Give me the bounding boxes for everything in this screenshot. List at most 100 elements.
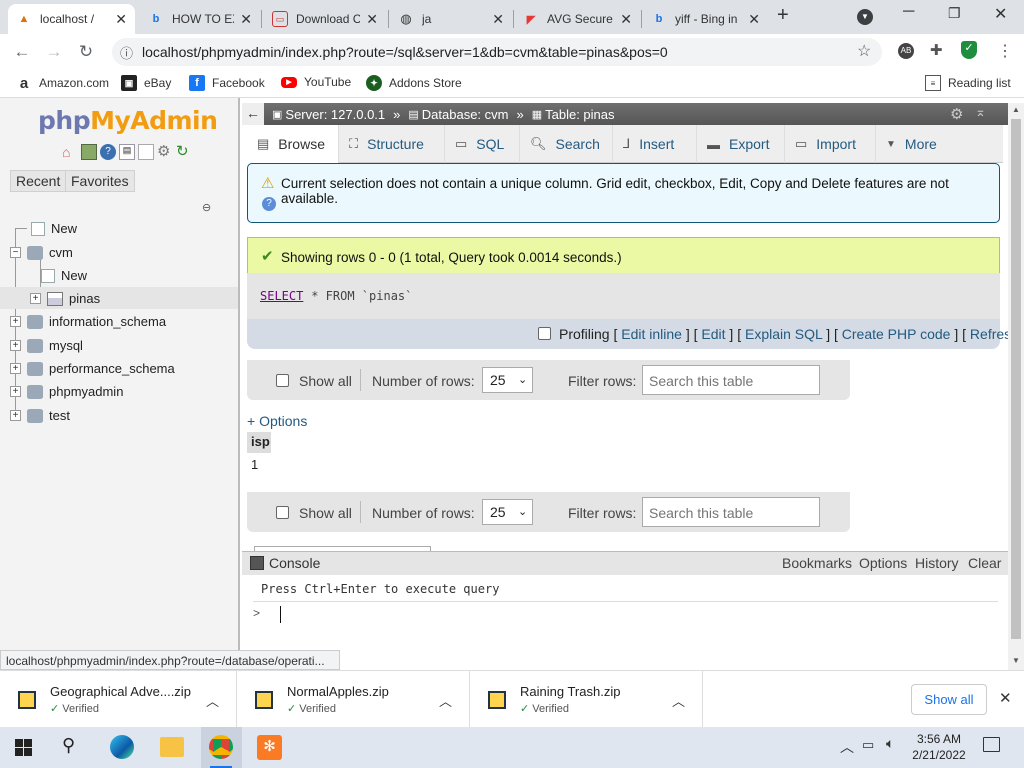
- expand-icon[interactable]: +: [10, 363, 21, 374]
- recent-tables-tab[interactable]: Recent: [10, 170, 67, 192]
- home-icon[interactable]: ⌂: [62, 144, 78, 160]
- download-item[interactable]: Geographical Adve....zip ✓ Verified ︿: [0, 671, 237, 728]
- explain-sql-link[interactable]: Explain SQL: [745, 326, 822, 342]
- tab-ja[interactable]: ◍ ja ✕: [390, 4, 512, 34]
- new-tab-button[interactable]: +: [777, 4, 789, 27]
- bookmark-amazon[interactable]: a Amazon.com: [16, 75, 109, 92]
- chevron-up-icon[interactable]: ︿: [206, 691, 219, 710]
- bookmark-facebook[interactable]: f Facebook: [189, 75, 265, 91]
- tree-db-cvm[interactable]: − cvm: [10, 245, 73, 260]
- show-all-downloads-button[interactable]: Show all: [911, 684, 987, 715]
- close-tab-icon[interactable]: ✕: [748, 11, 760, 28]
- bookmark-star-icon[interactable]: ☆: [857, 41, 871, 61]
- tab-search-icon[interactable]: ▼: [857, 9, 873, 25]
- result-column-header[interactable]: isp: [247, 432, 271, 453]
- expand-icon[interactable]: +: [10, 410, 21, 421]
- reading-list[interactable]: ≡ Reading list: [925, 75, 1011, 91]
- help-icon[interactable]: ?: [262, 197, 276, 211]
- edit-link[interactable]: Edit: [701, 326, 725, 342]
- notifications-icon[interactable]: [983, 737, 1000, 752]
- number-of-rows-select[interactable]: 25 ⌄: [482, 367, 533, 393]
- collapse-icon[interactable]: −: [10, 247, 21, 258]
- documentation-icon[interactable]: ▤: [119, 144, 135, 160]
- close-tab-icon[interactable]: ✕: [240, 11, 252, 28]
- show-all-checkbox[interactable]: [276, 374, 289, 387]
- browser-menu-icon[interactable]: ⋮: [997, 41, 1013, 61]
- clock[interactable]: 3:56 AM 2/21/2022: [910, 732, 968, 762]
- close-tab-icon[interactable]: ✕: [492, 11, 504, 28]
- xampp-icon[interactable]: ✻: [257, 735, 282, 760]
- tab-bing[interactable]: b yiff - Bing in ✕: [643, 4, 768, 34]
- create-php-code-link[interactable]: Create PHP code: [842, 326, 951, 342]
- extensions-puzzle-icon[interactable]: ✚: [930, 41, 943, 59]
- minimize-icon[interactable]: ─: [903, 3, 914, 21]
- download-item[interactable]: NormalApples.zip ✓ Verified ︿: [237, 671, 470, 728]
- tree-db-test[interactable]: + test: [10, 408, 70, 423]
- show-hidden-icons-icon[interactable]: ︿: [840, 737, 854, 757]
- number-of-rows-select[interactable]: 25 ⌄: [482, 499, 533, 525]
- reload-icon[interactable]: ↻: [76, 42, 96, 62]
- main-scrollbar[interactable]: ▲ ▼: [1008, 103, 1024, 670]
- console-query-input[interactable]: [270, 604, 998, 626]
- scroll-thumb[interactable]: [1011, 119, 1021, 639]
- settings-gear-icon[interactable]: ⚙: [157, 144, 173, 160]
- shield-check-icon[interactable]: ✓: [961, 41, 977, 59]
- expand-icon[interactable]: +: [10, 340, 21, 351]
- chevron-up-icon[interactable]: ︿: [439, 691, 452, 710]
- console-page-icon[interactable]: [138, 144, 154, 160]
- tree-new-table[interactable]: New: [41, 268, 87, 283]
- tab-browse[interactable]: ▤ Browse: [247, 125, 339, 163]
- chrome-icon[interactable]: [209, 735, 233, 759]
- console-clear-link[interactable]: Clear: [968, 555, 1001, 571]
- close-tab-icon[interactable]: ✕: [115, 11, 127, 28]
- network-icon[interactable]: ▭: [862, 737, 874, 753]
- tree-db-mysql[interactable]: + mysql: [10, 338, 83, 353]
- site-info-icon[interactable]: ⓘ: [120, 43, 133, 62]
- address-bar[interactable]: ⓘ localhost/phpmyadmin/index.php?route=/…: [112, 38, 882, 66]
- scroll-up-icon[interactable]: ▲: [1012, 105, 1020, 114]
- tab-download[interactable]: ▭ Download C ✕: [264, 4, 386, 34]
- bookmark-addons-store[interactable]: ✦ Addons Store: [366, 75, 462, 91]
- console-options-link[interactable]: Options: [859, 555, 907, 571]
- tree-db-information-schema[interactable]: + information_schema: [10, 314, 166, 329]
- favorite-tables-tab[interactable]: Favorites: [65, 170, 135, 192]
- tab-insert[interactable]: ⅃ Insert: [613, 125, 697, 163]
- tab-export[interactable]: ▬ Export: [697, 125, 785, 163]
- tree-new-database[interactable]: New: [15, 221, 77, 236]
- search-icon[interactable]: ⚲: [62, 735, 75, 756]
- bookmark-ebay[interactable]: ▣ eBay: [121, 75, 171, 91]
- tree-db-phpmyadmin[interactable]: + phpmyadmin: [10, 384, 123, 399]
- windows-start-icon[interactable]: [15, 739, 32, 756]
- breadcrumb-server[interactable]: Server: 127.0.0.1: [285, 107, 385, 122]
- restore-icon[interactable]: ❐: [948, 5, 961, 22]
- tab-avg[interactable]: ◤ AVG Secure ✕: [515, 4, 640, 34]
- download-item[interactable]: Raining Trash.zip ✓ Verified ︿: [470, 671, 703, 728]
- tab-localhost[interactable]: ▲ localhost / ✕: [8, 4, 135, 34]
- tab-search[interactable]: 🔍︎ Search: [520, 125, 613, 163]
- back-icon[interactable]: ←: [12, 42, 32, 62]
- close-tab-icon[interactable]: ✕: [366, 11, 378, 28]
- options-toggle-link[interactable]: + Options: [247, 413, 307, 429]
- tree-db-performance-schema[interactable]: + performance_schema: [10, 361, 175, 376]
- filter-rows-input[interactable]: Search this table: [642, 497, 820, 527]
- console-title[interactable]: Console: [269, 555, 320, 571]
- scroll-down-icon[interactable]: ▼: [1012, 656, 1020, 665]
- logout-icon[interactable]: [81, 144, 97, 160]
- help-icon[interactable]: ?: [100, 144, 116, 160]
- volume-icon[interactable]: 🔈︎: [886, 735, 894, 752]
- tab-sql[interactable]: ▭ SQL: [445, 125, 520, 163]
- tab-structure[interactable]: ⛶ Structure: [339, 125, 445, 163]
- profiling-checkbox[interactable]: [538, 327, 551, 340]
- tree-table-pinas[interactable]: + pinas: [30, 291, 100, 306]
- breadcrumb-database[interactable]: Database: cvm: [422, 107, 509, 122]
- tab-more[interactable]: ▼ More: [876, 125, 956, 163]
- close-downloads-icon[interactable]: ✕: [999, 689, 1012, 707]
- breadcrumb-table[interactable]: Table: pinas: [545, 107, 614, 122]
- settings-gear-icon[interactable]: ⚙: [950, 105, 963, 123]
- extension-adblock-icon[interactable]: AB: [898, 43, 914, 59]
- console-bookmarks-link[interactable]: Bookmarks: [782, 555, 852, 571]
- window-close-icon[interactable]: ✕: [994, 4, 1007, 24]
- filter-rows-input[interactable]: Search this table: [642, 365, 820, 395]
- chevron-up-icon[interactable]: ︿: [672, 691, 685, 710]
- show-all-checkbox[interactable]: [276, 506, 289, 519]
